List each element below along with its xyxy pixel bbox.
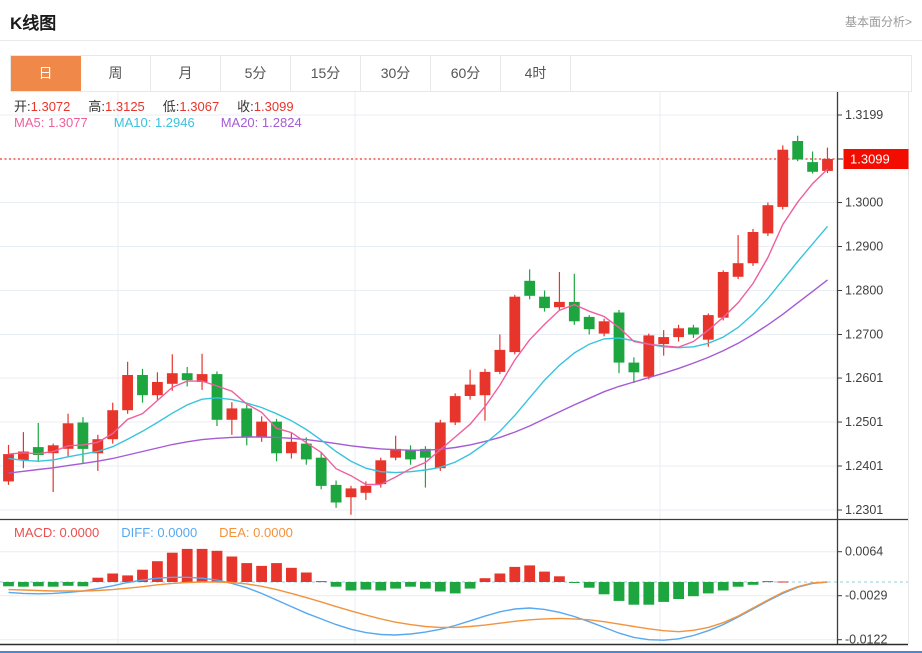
tab-5分[interactable]: 5分 xyxy=(221,56,291,91)
svg-text:1.2900: 1.2900 xyxy=(845,240,883,254)
svg-text:-0.0029: -0.0029 xyxy=(845,589,887,603)
svg-text:1.2601: 1.2601 xyxy=(845,371,883,385)
macd-axis-labels: 0.0064 -0.0029 -0.0122 xyxy=(837,545,887,647)
last-price-tag: 1.3099 xyxy=(838,149,909,169)
tab-60分[interactable]: 60分 xyxy=(431,56,501,91)
svg-text:1.2301: 1.2301 xyxy=(845,503,883,517)
candles xyxy=(3,135,833,515)
chart-frame xyxy=(0,92,909,646)
interval-tabs: 日周月 5分 15分 30分 60分 4时 xyxy=(10,55,912,92)
tab-4时[interactable]: 4时 xyxy=(501,56,571,91)
chart-area[interactable]: 1.3199 1.3000 1.2900 1.2800 1.2700 1.2601 1.25… xyxy=(0,92,922,653)
svg-text:1.2401: 1.2401 xyxy=(845,459,883,473)
svg-text:1.2501: 1.2501 xyxy=(845,415,883,429)
page-title: K线图 xyxy=(10,14,57,33)
tab-15分[interactable]: 15分 xyxy=(291,56,361,91)
svg-text:1.3099: 1.3099 xyxy=(850,152,890,167)
grid xyxy=(0,92,837,645)
svg-text:0.0064: 0.0064 xyxy=(845,545,883,559)
tab-周[interactable]: 周 xyxy=(81,56,151,91)
tab-strip-filler xyxy=(571,56,911,91)
tab-日[interactable]: 日 xyxy=(11,56,81,91)
header-divider xyxy=(0,40,922,41)
fundamental-analysis-link[interactable]: 基本面分析> xyxy=(845,13,912,30)
svg-text:1.2800: 1.2800 xyxy=(845,284,883,298)
macd-histogram xyxy=(3,548,789,605)
tab-30分[interactable]: 30分 xyxy=(361,56,431,91)
svg-text:-0.0122: -0.0122 xyxy=(845,633,887,647)
price-axis-labels: 1.3199 1.3000 1.2900 1.2800 1.2700 1.2601 1.25… xyxy=(837,108,883,517)
kline-chart-canvas[interactable]: 1.3199 1.3000 1.2900 1.2800 1.2700 1.2601 1.25… xyxy=(0,92,922,653)
svg-text:1.3199: 1.3199 xyxy=(845,108,883,122)
kline-chart-panel: K线图 基本面分析> 日周月 5分 15分 30分 60分 4时 1.3199 1.3000… xyxy=(0,0,922,653)
svg-text:1.2700: 1.2700 xyxy=(845,328,883,342)
svg-text:1.3000: 1.3000 xyxy=(845,196,883,210)
tab-月[interactable]: 月 xyxy=(151,56,221,91)
page-header: K线图 基本面分析> xyxy=(0,0,922,40)
